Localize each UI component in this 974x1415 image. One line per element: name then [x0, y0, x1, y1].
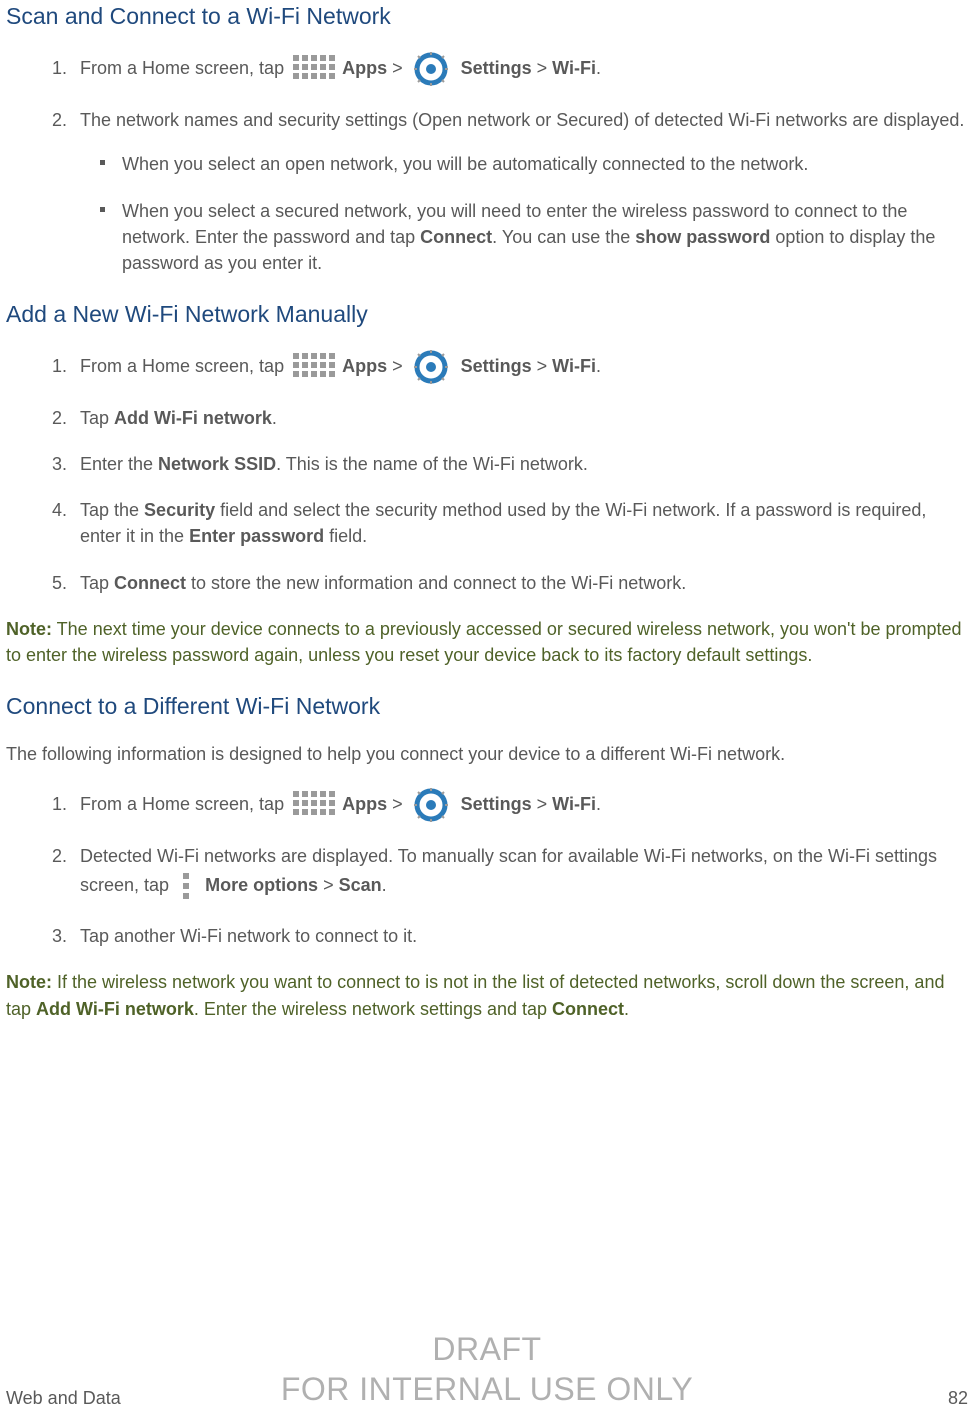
text: to store the new information and connect…: [186, 573, 686, 593]
text: When you select an open network, you wil…: [122, 154, 808, 174]
page-content: Scan and Connect to a Wi-Fi Network From…: [0, 0, 974, 1022]
apps-icon: [289, 349, 337, 385]
heading-connect: Connect to a Different Wi-Fi Network: [6, 688, 968, 723]
page-footer: Web and Data 82: [6, 1385, 968, 1411]
note-label: Note:: [6, 619, 52, 639]
settings-label: Settings: [461, 58, 532, 78]
list-item: The network names and security settings …: [72, 107, 968, 275]
note-text: .: [624, 999, 629, 1019]
separator: >: [532, 58, 553, 78]
settings-label: Settings: [461, 356, 532, 376]
note-label: Note:: [6, 972, 52, 992]
list-item: When you select a secured network, you w…: [114, 198, 968, 276]
separator: >: [387, 356, 408, 376]
apps-label: Apps: [342, 794, 387, 814]
scan-label: Scan: [339, 875, 382, 895]
network-ssid-label: Network SSID: [158, 454, 276, 474]
note-1: Note: The next time your device connects…: [6, 616, 968, 668]
connect-steps: From a Home screen, tap Apps > Settings …: [6, 787, 968, 949]
text: The network names and security settings …: [80, 110, 964, 130]
text: Tap: [80, 408, 114, 428]
text: .: [272, 408, 277, 428]
settings-label: Settings: [461, 794, 532, 814]
heading-scan: Scan and Connect to a Wi-Fi Network: [6, 0, 968, 33]
text: .: [382, 875, 387, 895]
apps-label: Apps: [342, 356, 387, 376]
show-password-label: show password: [635, 227, 770, 247]
connect-label: Connect: [114, 573, 186, 593]
separator: >: [387, 794, 408, 814]
heading-add: Add a New Wi-Fi Network Manually: [6, 296, 968, 331]
wifi-label: Wi-Fi: [552, 356, 596, 376]
wifi-label: Wi-Fi: [552, 794, 596, 814]
connect-label: Connect: [420, 227, 492, 247]
apps-icon: [289, 51, 337, 87]
list-item: From a Home screen, tap Apps > Settings …: [72, 787, 968, 823]
text: Enter the: [80, 454, 158, 474]
list-item: Tap Add Wi-Fi network.: [72, 405, 968, 431]
separator: >: [387, 58, 408, 78]
text: .: [596, 356, 601, 376]
scan-steps: From a Home screen, tap Apps > Settings …: [6, 51, 968, 275]
text: Tap another Wi-Fi network to connect to …: [80, 926, 417, 946]
settings-icon: [410, 787, 452, 823]
note-text: The next time your device connects to a …: [6, 619, 962, 665]
text: . You can use the: [492, 227, 635, 247]
more-options-label: More options: [205, 875, 318, 895]
list-item: Tap Connect to store the new information…: [72, 570, 968, 596]
text: field.: [324, 526, 367, 546]
text: From a Home screen, tap: [80, 356, 289, 376]
add-steps: From a Home screen, tap Apps > Settings …: [6, 349, 968, 595]
text: From a Home screen, tap: [80, 58, 289, 78]
separator: >: [532, 794, 553, 814]
apps-icon: [289, 787, 337, 823]
separator: >: [532, 356, 553, 376]
security-label: Security: [144, 500, 215, 520]
list-item: Tap the Security field and select the se…: [72, 497, 968, 549]
connect-label: Connect: [552, 999, 624, 1019]
footer-section-title: Web and Data: [6, 1385, 121, 1411]
list-item: From a Home screen, tap Apps > Settings …: [72, 349, 968, 385]
text: From a Home screen, tap: [80, 794, 289, 814]
note-2: Note: If the wireless network you want t…: [6, 969, 968, 1021]
add-wifi-label: Add Wi-Fi network: [114, 408, 272, 428]
page-number: 82: [948, 1385, 968, 1411]
watermark-line1: DRAFT: [0, 1329, 974, 1369]
list-item: From a Home screen, tap Apps > Settings …: [72, 51, 968, 87]
list-item: Enter the Network SSID. This is the name…: [72, 451, 968, 477]
settings-icon: [410, 51, 452, 87]
connect-intro: The following information is designed to…: [6, 741, 968, 767]
list-item: Detected Wi-Fi networks are displayed. T…: [72, 843, 968, 903]
text: . This is the name of the Wi-Fi network.: [276, 454, 588, 474]
note-text: . Enter the wireless network settings an…: [194, 999, 552, 1019]
scan-sub-bullets: When you select an open network, you wil…: [80, 151, 968, 275]
text: Tap the: [80, 500, 144, 520]
settings-icon: [410, 349, 452, 385]
add-wifi-label: Add Wi-Fi network: [36, 999, 194, 1019]
apps-label: Apps: [342, 58, 387, 78]
text: .: [596, 794, 601, 814]
text: .: [596, 58, 601, 78]
wifi-label: Wi-Fi: [552, 58, 596, 78]
enter-password-label: Enter password: [189, 526, 324, 546]
list-item: Tap another Wi-Fi network to connect to …: [72, 923, 968, 949]
list-item: When you select an open network, you wil…: [114, 151, 968, 177]
more-options-icon: [176, 869, 196, 903]
text: Tap: [80, 573, 114, 593]
separator: >: [318, 875, 339, 895]
